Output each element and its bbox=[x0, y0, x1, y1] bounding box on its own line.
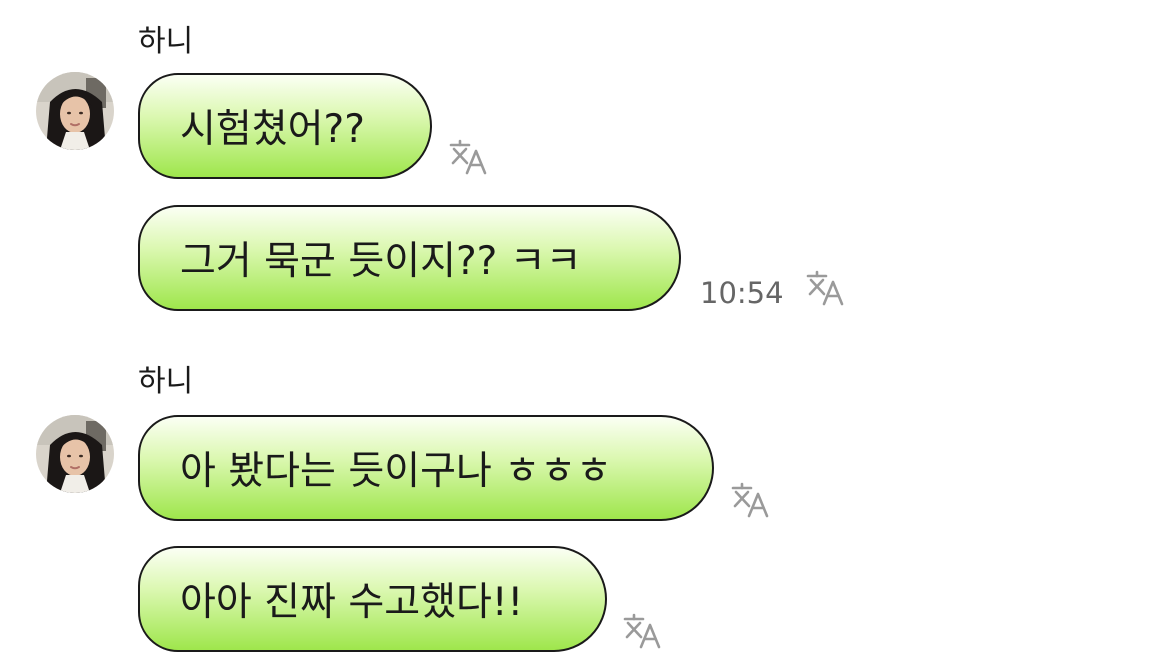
sender-name: 하니 bbox=[138, 24, 194, 59]
sender-name: 하니 bbox=[138, 364, 194, 399]
translate-icon[interactable] bbox=[731, 482, 771, 518]
message-text: 아 봤다는 듯이구나 ㅎㅎㅎ bbox=[180, 449, 612, 494]
avatar[interactable] bbox=[36, 72, 114, 150]
translate-icon[interactable] bbox=[623, 613, 663, 649]
message-bubble[interactable]: 그거 묵군 듯이지?? ㅋㅋ bbox=[138, 205, 681, 311]
message-timestamp: 10:54 bbox=[700, 276, 784, 310]
message-text: 아아 진짜 수고했다!! bbox=[180, 580, 524, 625]
avatar-image bbox=[36, 415, 114, 493]
avatar-image bbox=[36, 72, 114, 150]
translate-icon[interactable] bbox=[806, 270, 846, 306]
avatar[interactable] bbox=[36, 415, 114, 493]
message-text: 시험쳤어?? bbox=[180, 107, 365, 152]
message-text: 그거 묵군 듯이지?? ㅋㅋ bbox=[180, 239, 582, 284]
message-bubble[interactable]: 아 봤다는 듯이구나 ㅎㅎㅎ bbox=[138, 415, 714, 521]
message-bubble[interactable]: 아아 진짜 수고했다!! bbox=[138, 546, 607, 652]
translate-icon[interactable] bbox=[449, 139, 489, 175]
message-bubble[interactable]: 시험쳤어?? bbox=[138, 73, 432, 179]
